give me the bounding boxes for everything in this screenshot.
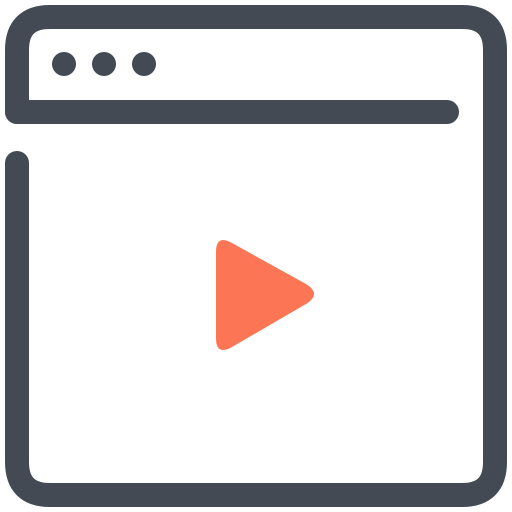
window-dot-2 [92,52,116,76]
window-dot-3 [132,52,156,76]
play-triangle-icon[interactable] [216,240,314,350]
window-frame [5,5,507,507]
window-dot-1 [52,52,76,76]
browser-video-svg [5,5,507,507]
browser-video-icon [0,0,512,512]
